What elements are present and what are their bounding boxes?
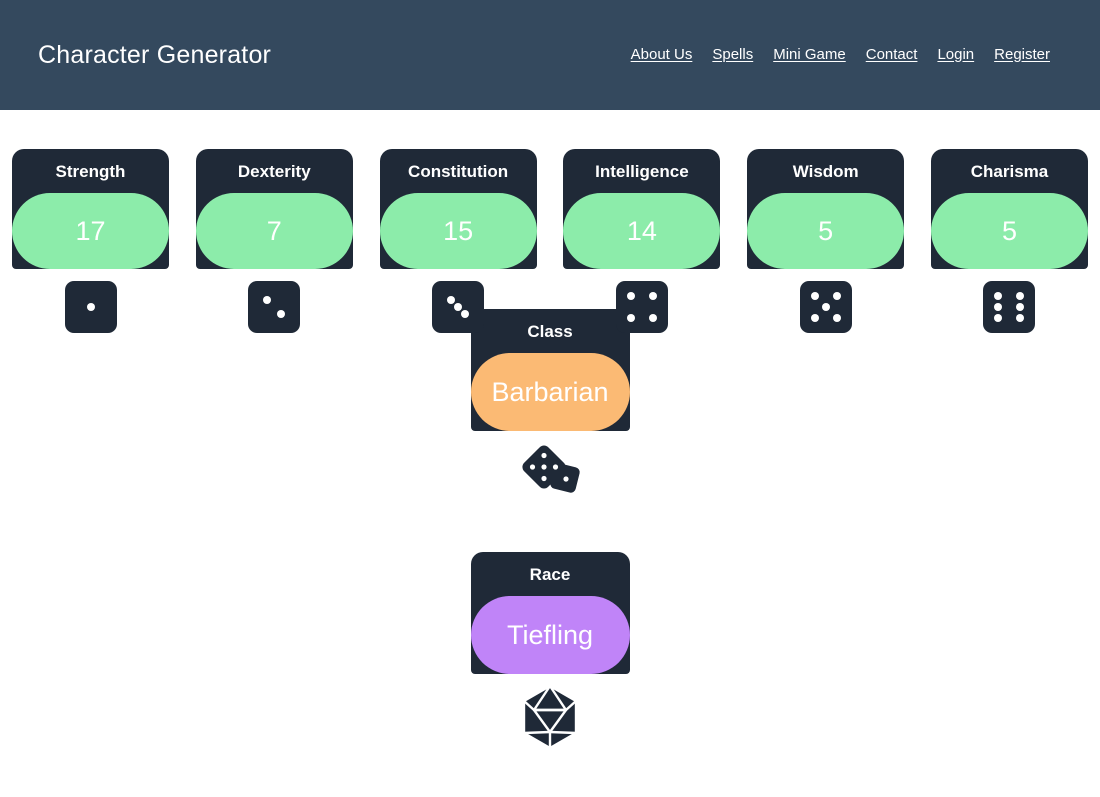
race-value: Tiefling: [470, 596, 630, 674]
class-value: Barbarian: [470, 353, 630, 431]
stat-label: Intelligence: [595, 162, 689, 181]
stat-value: 7: [195, 193, 353, 269]
die-2-icon[interactable]: [248, 281, 301, 333]
main-nav: About Us Spells Mini Game Contact Login …: [631, 46, 1050, 63]
die-1-icon[interactable]: [64, 281, 117, 333]
stat-card-body: Constitution 15: [379, 149, 537, 269]
ability-scores-row: Strength 17 Dexterity 7 Constitution 15: [0, 149, 1100, 333]
die-pip: [810, 314, 819, 322]
die-pip: [994, 314, 1003, 322]
stat-card-charisma[interactable]: Charisma 5: [930, 149, 1088, 333]
die-pip: [626, 292, 635, 300]
d20-icon[interactable]: [519, 684, 581, 755]
race-card[interactable]: Race Tiefling: [470, 552, 630, 674]
stat-card-constitution[interactable]: Constitution 15: [379, 149, 537, 333]
die-pip: [994, 292, 1003, 300]
site-header: Character Generator About Us Spells Mini…: [0, 0, 1100, 110]
nav-link-about-us[interactable]: About Us: [631, 46, 693, 63]
stat-value: 15: [379, 193, 537, 269]
race-label: Race: [529, 565, 571, 584]
stat-card-body: Strength 17: [12, 149, 169, 269]
die-pip: [648, 314, 657, 322]
stat-card-strength[interactable]: Strength 17: [12, 149, 169, 333]
stat-card-dexterity[interactable]: Dexterity 7: [195, 149, 353, 333]
nav-link-contact[interactable]: Contact: [866, 46, 918, 63]
stat-label: Dexterity: [237, 162, 311, 181]
die-pip: [832, 314, 841, 322]
die-pip: [821, 303, 830, 311]
die-pip: [626, 314, 635, 322]
die-4-icon[interactable]: [615, 281, 668, 333]
die-pip: [1016, 292, 1025, 300]
class-label: Class: [527, 322, 573, 341]
stat-value: 5: [747, 193, 905, 269]
stat-label: Charisma: [970, 162, 1049, 181]
die-pip: [810, 292, 819, 300]
die-pip: [86, 303, 95, 311]
die-pip: [994, 303, 1003, 311]
die-pip: [1016, 314, 1025, 322]
die-pip: [461, 310, 470, 318]
stat-card-body: Intelligence 14: [563, 149, 721, 269]
race-section: Race Tiefling: [0, 552, 1100, 755]
stat-value: 5: [930, 193, 1088, 269]
class-section: Class Barbarian: [0, 309, 1100, 504]
die-pip: [1016, 303, 1025, 311]
die-pip: [648, 292, 657, 300]
die-5-icon[interactable]: [799, 281, 852, 333]
nav-link-login[interactable]: Login: [937, 46, 974, 63]
die-pip: [277, 310, 286, 318]
stat-label: Strength: [55, 162, 126, 181]
stat-label: Constitution: [408, 162, 509, 181]
class-card[interactable]: Class Barbarian: [470, 309, 630, 431]
die-3-icon[interactable]: [432, 281, 485, 333]
die-pip: [263, 296, 272, 304]
stat-value: 14: [563, 193, 721, 269]
die-pip: [454, 303, 463, 311]
die-pip: [447, 296, 456, 304]
nav-link-spells[interactable]: Spells: [712, 46, 753, 63]
stat-label: Wisdom: [792, 162, 859, 181]
die-6-icon[interactable]: [983, 281, 1036, 333]
stat-card-body: Dexterity 7: [195, 149, 353, 269]
two-dice-icon[interactable]: [518, 443, 582, 504]
stat-value: 17: [12, 193, 169, 269]
stat-card-intelligence[interactable]: Intelligence 14: [563, 149, 721, 333]
page-title: Character Generator: [38, 40, 272, 69]
nav-link-mini-game[interactable]: Mini Game: [773, 46, 846, 63]
die-pip: [832, 292, 841, 300]
nav-link-register[interactable]: Register: [994, 46, 1050, 63]
stat-card-body: Wisdom 5: [747, 149, 905, 269]
stat-card-wisdom[interactable]: Wisdom 5: [747, 149, 905, 333]
stat-card-body: Charisma 5: [930, 149, 1088, 269]
